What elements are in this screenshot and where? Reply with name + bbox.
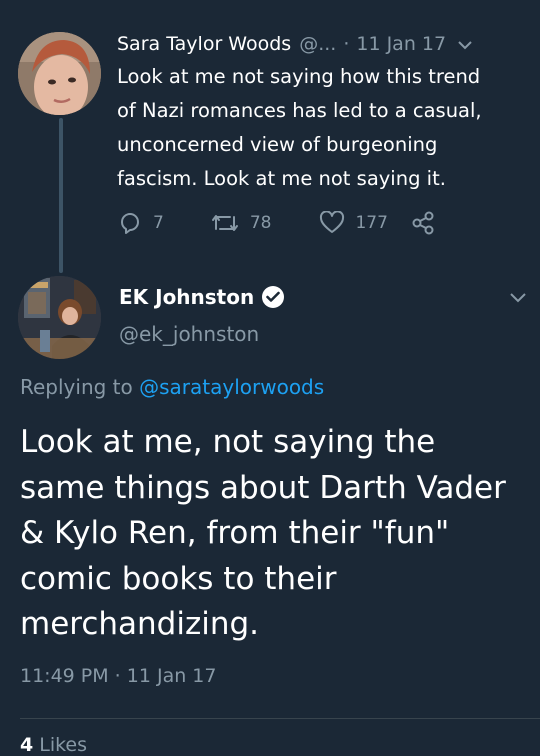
chevron-down-icon[interactable] bbox=[458, 30, 472, 58]
replying-to-line: Replying to @sarataylorwoods bbox=[20, 375, 324, 399]
parent-handle[interactable]: @... bbox=[299, 30, 336, 58]
retweet-icon bbox=[210, 211, 240, 235]
tweet-text-line: Look at me, not saying the bbox=[20, 424, 436, 460]
divider bbox=[20, 718, 540, 719]
retweet-button[interactable]: 78 bbox=[210, 211, 272, 235]
parent-display-name[interactable]: Sara Taylor Woods bbox=[117, 30, 291, 58]
author-handle[interactable]: @ek_johnston bbox=[119, 322, 284, 346]
parent-date[interactable]: 11 Jan 17 bbox=[356, 30, 446, 58]
parent-tweet-actions: 7 78 177 bbox=[117, 210, 436, 236]
parent-tweet-header: Sara Taylor Woods @... · 11 Jan 17 bbox=[117, 30, 527, 58]
heart-icon bbox=[319, 211, 345, 235]
parent-tweet[interactable]: Sara Taylor Woods @... · 11 Jan 17 Look … bbox=[117, 30, 527, 196]
thread-connector-line bbox=[59, 118, 63, 273]
likes-number: 4 bbox=[20, 734, 34, 756]
verified-badge-icon bbox=[262, 286, 285, 308]
tweet-text-line: & Kylo Ren, from their "fun" bbox=[20, 515, 450, 551]
replying-prefix: Replying to bbox=[20, 375, 133, 399]
tweet-timestamp[interactable]: 11:49 PM · 11 Jan 17 bbox=[20, 665, 217, 687]
reply-count: 7 bbox=[153, 213, 164, 233]
parent-text-line: unconcerned view of burgeoning bbox=[117, 133, 438, 156]
parent-text-line: fascism. Look at me not saying it. bbox=[117, 167, 446, 190]
tweet-text-line: comic books to their bbox=[20, 560, 337, 597]
header-separator: · bbox=[343, 33, 350, 55]
tweet-text-line: same things about Darth Vader bbox=[20, 469, 506, 506]
share-button[interactable] bbox=[410, 210, 436, 236]
avatar-ek-johnston[interactable] bbox=[18, 276, 101, 359]
likes-label: Likes bbox=[39, 734, 88, 756]
like-count: 177 bbox=[355, 213, 388, 233]
reply-icon bbox=[117, 210, 143, 236]
tweet-text-line: merchandizing. bbox=[20, 606, 260, 642]
tweet-author[interactable]: EK Johnston @ek_johnston bbox=[119, 282, 285, 346]
chevron-down-icon[interactable] bbox=[510, 288, 526, 307]
parent-text-line: Look at me not saying how this trend bbox=[117, 65, 481, 88]
reply-button[interactable]: 7 bbox=[117, 210, 164, 236]
parent-tweet-text: Look at me not saying how this trend of … bbox=[117, 60, 527, 196]
tweet-text: Look at me, not saying the same things a… bbox=[20, 420, 530, 648]
author-display-name[interactable]: EK Johnston bbox=[119, 285, 254, 309]
avatar-sara-taylor-woods[interactable] bbox=[18, 32, 101, 115]
retweet-count: 78 bbox=[249, 213, 272, 233]
parent-text-line: of Nazi romances has led to a casual, bbox=[117, 99, 482, 122]
author-name-row: EK Johnston bbox=[119, 282, 285, 312]
like-button[interactable]: 177 bbox=[319, 211, 388, 235]
replying-to-mention[interactable]: @sarataylorwoods bbox=[139, 375, 324, 399]
likes-count-row[interactable]: 4 Likes bbox=[20, 734, 87, 756]
share-icon bbox=[410, 210, 436, 236]
